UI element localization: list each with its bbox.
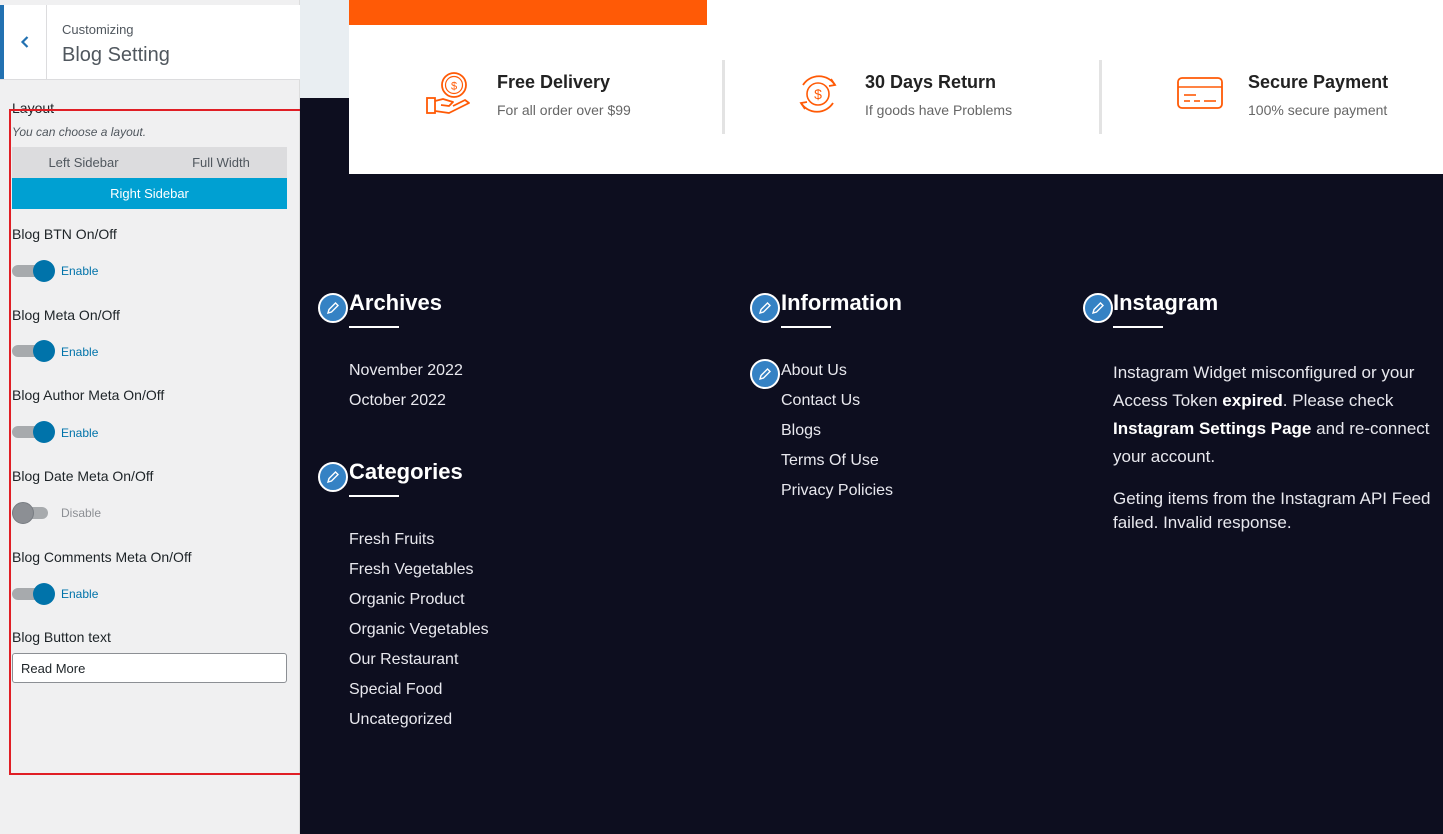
toggle-label: Blog Meta On/Off — [12, 307, 120, 323]
category-link[interactable]: Organic Product — [349, 591, 465, 609]
blog-meta-toggle[interactable] — [12, 339, 55, 362]
toggle-state: Disable — [61, 506, 102, 520]
layout-option-full-width[interactable]: Full Width — [155, 147, 287, 178]
customizer-header: Customizing Blog Setting — [0, 5, 300, 80]
toggle-label: Blog Comments Meta On/Off — [12, 549, 192, 565]
credit-card-icon — [1177, 77, 1223, 109]
feature-subtitle: For all order over $99 — [497, 102, 631, 118]
categories-title: Categories — [349, 459, 463, 484]
feature-title: 30 Days Return — [865, 72, 997, 92]
title-underline — [1113, 326, 1163, 328]
layout-option-right-sidebar[interactable]: Right Sidebar — [12, 178, 287, 209]
archive-link[interactable]: November 2022 — [349, 362, 463, 380]
info-link[interactable]: Terms Of Use — [781, 452, 879, 470]
customizer-panel: Customizing Blog Setting Layout You can … — [0, 0, 300, 834]
layout-description: You can choose a layout. — [12, 125, 147, 139]
toggle-state: Enable — [61, 426, 99, 440]
back-button[interactable] — [0, 5, 47, 79]
category-link[interactable]: Our Restaurant — [349, 651, 458, 669]
orange-bar — [349, 0, 707, 25]
blog-comments-meta-toggle[interactable] — [12, 582, 55, 605]
edit-widget-button[interactable] — [1083, 293, 1113, 323]
category-link[interactable]: Fresh Vegetables — [349, 561, 474, 579]
instagram-title: Instagram — [1113, 290, 1219, 315]
toggle-label: Blog BTN On/Off — [12, 226, 117, 242]
toggle-state: Enable — [61, 264, 99, 278]
feature-title: Secure Payment — [1248, 72, 1389, 92]
info-link[interactable]: Privacy Policies — [781, 482, 893, 500]
feature-30-days-return: $ 30 Days Return If goods have Problems — [725, 25, 1100, 174]
info-link[interactable]: Blogs — [781, 422, 821, 440]
feature-title: Free Delivery — [497, 72, 611, 92]
chevron-left-icon — [20, 36, 29, 48]
toggle-state: Enable — [61, 345, 99, 359]
pencil-icon — [326, 302, 339, 315]
category-link[interactable]: Organic Vegetables — [349, 621, 489, 639]
title-underline — [349, 495, 399, 497]
hand-money-icon: $ — [426, 72, 470, 114]
pencil-icon — [758, 302, 771, 315]
instagram-message: Instagram Widget misconfigured or your A… — [1113, 363, 1430, 466]
layout-option-left-sidebar[interactable]: Left Sidebar — [12, 147, 155, 178]
category-link[interactable]: Fresh Fruits — [349, 531, 434, 549]
feature-subtitle: If goods have Problems — [865, 102, 1013, 118]
features-bar: $ Free Delivery For all order over $99 $… — [349, 25, 1443, 174]
toggle-label: Blog Author Meta On/Off — [12, 387, 165, 403]
section-title: Blog Setting — [62, 44, 170, 66]
svg-text:$: $ — [814, 86, 822, 102]
title-underline — [781, 326, 831, 328]
title-underline — [349, 326, 399, 328]
edit-widget-button[interactable] — [750, 293, 780, 323]
pencil-icon — [1091, 302, 1104, 315]
feature-free-delivery: $ Free Delivery For all order over $99 — [349, 25, 724, 174]
layout-selector: Left Sidebar Full Width Right Sidebar — [12, 147, 287, 209]
instagram-error: Geting items from the Instagram API Feed… — [1113, 489, 1431, 532]
button-text-input[interactable] — [12, 653, 287, 683]
edit-widget-button[interactable] — [318, 293, 348, 323]
information-title: Information — [781, 290, 902, 315]
archives-title: Archives — [349, 290, 442, 315]
blog-btn-toggle[interactable] — [12, 259, 55, 282]
toggle-label: Blog Date Meta On/Off — [12, 468, 154, 484]
site-preview: $ Free Delivery For all order over $99 $… — [300, 0, 1443, 834]
feature-subtitle: 100% secure payment — [1248, 102, 1388, 118]
svg-text:$: $ — [451, 81, 457, 93]
customizing-label: Customizing — [62, 22, 134, 37]
info-link[interactable]: Contact Us — [781, 392, 860, 410]
edit-menu-button[interactable] — [750, 359, 780, 389]
category-link[interactable]: Special Food — [349, 681, 442, 699]
feature-secure-payment: Secure Payment 100% secure payment — [1102, 25, 1443, 174]
layout-label: Layout — [12, 100, 55, 116]
blog-author-meta-toggle[interactable] — [12, 420, 55, 443]
info-link[interactable]: About Us — [781, 362, 847, 380]
button-text-label: Blog Button text — [12, 629, 111, 645]
archive-link[interactable]: October 2022 — [349, 392, 446, 410]
edit-widget-button[interactable] — [318, 462, 348, 492]
category-link[interactable]: Uncategorized — [349, 711, 452, 729]
pencil-icon — [326, 471, 339, 484]
top-white-bar — [707, 0, 1443, 25]
pencil-icon — [758, 368, 771, 381]
blog-date-meta-toggle[interactable] — [12, 501, 50, 524]
toggle-state: Enable — [61, 587, 99, 601]
money-return-icon: $ — [799, 75, 837, 113]
